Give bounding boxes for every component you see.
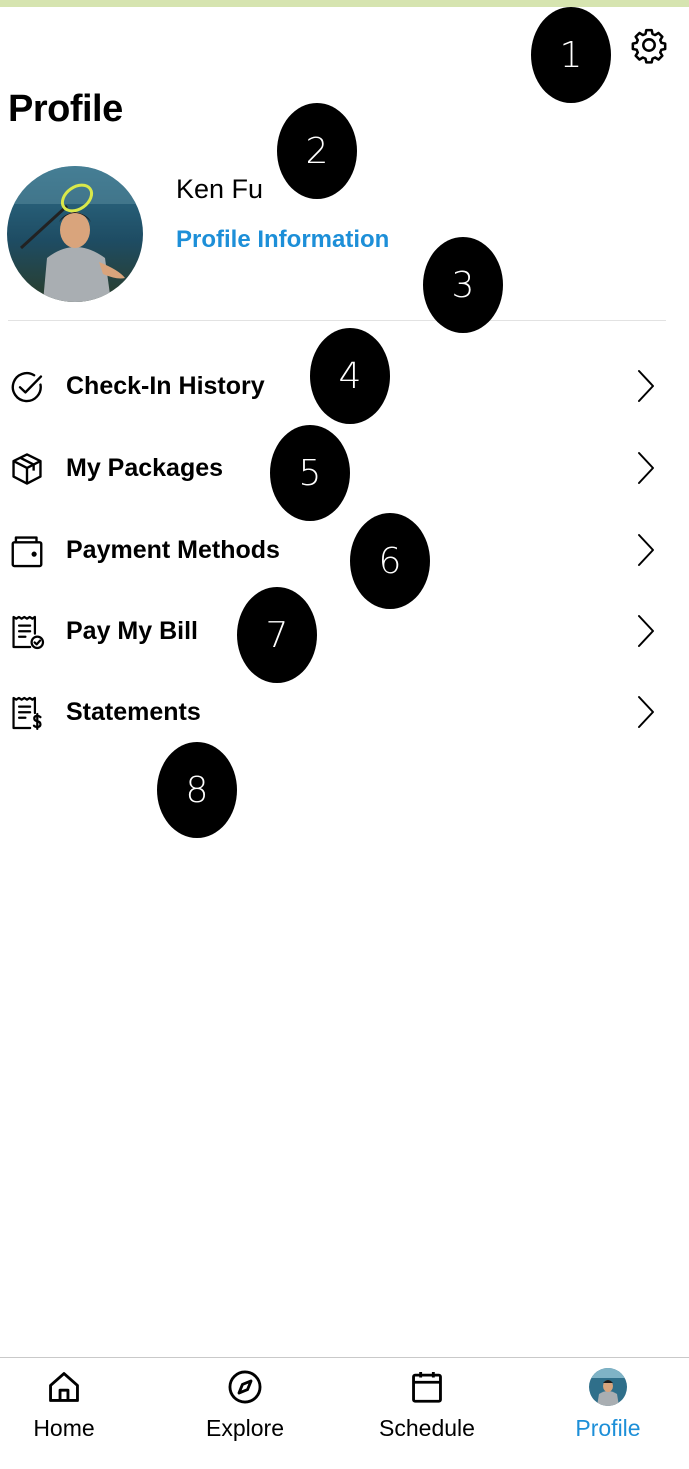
avatar-icon (589, 1368, 627, 1406)
menu-item-label: Pay My Bill (66, 617, 198, 645)
chevron-right-icon (638, 534, 654, 566)
menu-item-payment-methods[interactable]: Payment Methods (0, 515, 689, 585)
user-name: Ken Fu (176, 174, 264, 204)
menu-item-label: Payment Methods (66, 536, 280, 564)
tab-profile[interactable]: Profile (522, 1358, 689, 1469)
tab-label: Schedule (379, 1415, 475, 1441)
receipt-dollar-icon (12, 696, 42, 730)
settings-button[interactable] (630, 26, 668, 64)
wallet-icon (11, 536, 43, 568)
annotation-marker-7: 7 (237, 587, 317, 683)
tab-explore[interactable]: Explore (159, 1358, 331, 1469)
annotation-marker-4: 4 (310, 328, 390, 424)
chevron-right-icon (638, 696, 654, 728)
menu-item-statements[interactable]: Statements (0, 677, 689, 747)
tab-schedule[interactable]: Schedule (341, 1358, 513, 1469)
gear-icon (631, 28, 667, 64)
receipt-check-icon (12, 615, 45, 650)
chevron-right-icon (638, 452, 654, 484)
compass-icon (228, 1370, 262, 1404)
chevron-right-icon (638, 615, 654, 647)
annotation-marker-3: 3 (423, 237, 503, 333)
annotation-marker-1: 1 (531, 7, 611, 103)
bottom-tab-bar: Home Explore Schedule Profile (0, 1357, 689, 1469)
tab-label: Explore (206, 1415, 284, 1441)
package-box-icon (12, 453, 42, 485)
annotation-marker-2: 2 (277, 103, 357, 199)
check-circle-icon (11, 372, 43, 403)
annotation-marker-6: 6 (350, 513, 430, 609)
status-strip (0, 0, 689, 7)
profile-information-link[interactable]: Profile Information (176, 226, 389, 254)
annotation-marker-8: 8 (157, 742, 237, 838)
page-title: Profile (8, 88, 123, 130)
calendar-icon (412, 1371, 442, 1403)
tab-label: Home (33, 1415, 95, 1441)
tab-label: Profile (575, 1415, 641, 1441)
divider (8, 320, 666, 321)
tab-home[interactable]: Home (0, 1358, 150, 1469)
annotation-marker-5: 5 (270, 425, 350, 521)
menu-item-label: Check-In History (66, 372, 265, 400)
menu-item-label: Statements (66, 698, 201, 726)
menu-item-pay-my-bill[interactable]: Pay My Bill (0, 596, 689, 666)
avatar[interactable] (7, 166, 143, 302)
home-icon (49, 1372, 79, 1402)
menu-item-label: My Packages (66, 454, 224, 482)
chevron-right-icon (638, 370, 654, 402)
